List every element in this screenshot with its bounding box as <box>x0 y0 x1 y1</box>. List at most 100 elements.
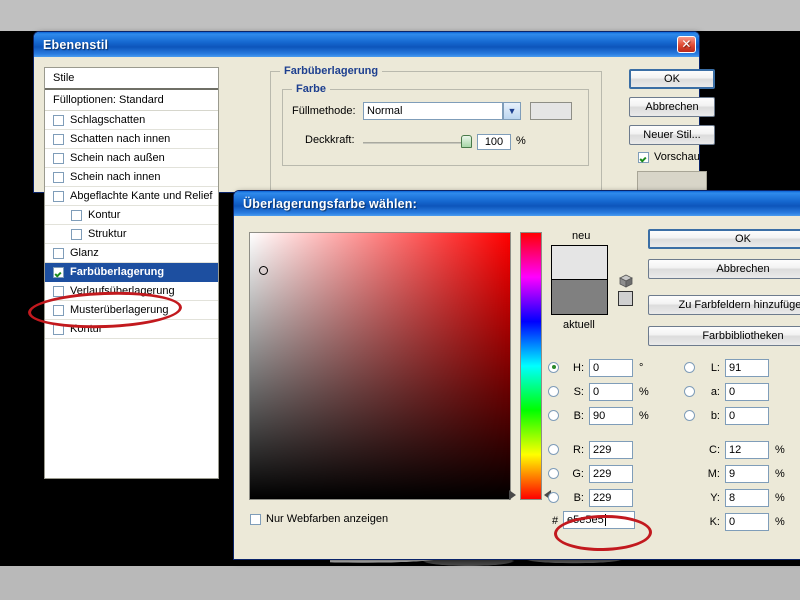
color-field-radio-L[interactable] <box>684 361 695 373</box>
style-item-checkbox[interactable] <box>53 285 64 297</box>
close-icon[interactable]: ✕ <box>677 36 696 53</box>
color-field-input-G[interactable]: 229 <box>589 465 633 483</box>
opacity-input[interactable]: 100 <box>477 134 511 150</box>
style-item-checkbox[interactable] <box>53 304 64 316</box>
new-color-swatch <box>551 245 608 280</box>
text-caret <box>604 514 606 526</box>
hue-slider[interactable] <box>520 232 542 500</box>
color-field-input-C[interactable]: 12 <box>725 441 769 459</box>
style-item-checkbox[interactable] <box>53 323 64 335</box>
style-list-item[interactable]: Schlagschatten <box>45 111 218 130</box>
color-field-label: G: <box>572 468 584 480</box>
color-field-value: 0 <box>593 362 600 374</box>
color-field-value: 0 <box>593 386 600 398</box>
color-field-unit: % <box>775 516 785 528</box>
style-list-item[interactable]: Schein nach innen <box>45 168 218 187</box>
color-field-input-S[interactable]: 0 <box>589 383 633 401</box>
saturation-brightness-field[interactable] <box>249 232 511 500</box>
style-item-label: Farbüberlagerung <box>70 266 165 278</box>
color-subgroup-label: Farbe <box>292 83 330 95</box>
color-field-unit: % <box>639 410 649 422</box>
layer-style-body: Stile Fülloptionen: Standard Schlagschat… <box>34 57 715 479</box>
sb-gradient <box>250 233 510 499</box>
color-libraries-button[interactable]: Farbbibliotheken <box>648 326 800 346</box>
style-item-checkbox[interactable] <box>53 114 64 126</box>
style-item-checkbox[interactable] <box>71 228 82 240</box>
style-list-item[interactable]: Schein nach außen <box>45 149 218 168</box>
hue-arrow-left[interactable] <box>509 490 516 500</box>
blend-mode-select[interactable]: Normal <box>363 102 503 120</box>
color-field-input-M[interactable]: 9 <box>725 465 769 483</box>
style-item-checkbox[interactable] <box>53 247 64 259</box>
style-item-checkbox[interactable] <box>53 266 64 278</box>
new-style-button[interactable]: Neuer Stil... <box>629 125 715 145</box>
color-field-input-B[interactable]: 90 <box>589 407 633 425</box>
style-item-checkbox[interactable] <box>53 190 64 202</box>
color-field-row: b: 0 <box>684 406 785 426</box>
color-field-row: B: 229 <box>548 488 649 508</box>
color-field-input-L[interactable]: 91 <box>725 359 769 377</box>
color-field-input-Y[interactable]: 8 <box>725 489 769 507</box>
color-field-radio-H[interactable] <box>548 361 559 373</box>
color-field-radio-B[interactable] <box>548 409 559 421</box>
color-field-input-R[interactable]: 229 <box>589 441 633 459</box>
color-field-label: C: <box>709 444 720 456</box>
color-subgroup: Farbe Füllmethode: Normal ▼ Deckkraft: 1… <box>282 83 589 166</box>
picker-ok-button[interactable]: OK <box>648 229 800 249</box>
overlay-color-swatch[interactable] <box>530 102 572 120</box>
web-colors-row[interactable]: Nur Webfarben anzeigen <box>250 513 388 525</box>
layer-style-dialog: Ebenenstil ✕ Stile Fülloptionen: Standar… <box>33 31 715 479</box>
color-field-input-B2[interactable]: 229 <box>589 489 633 507</box>
color-picker-title: Überlagerungsfarbe wählen: <box>243 196 417 211</box>
style-list-item[interactable]: Glanz <box>45 244 218 263</box>
opacity-slider-track[interactable] <box>363 142 468 144</box>
color-field-value: 91 <box>729 362 742 374</box>
style-item-label: Schatten nach innen <box>70 133 171 145</box>
add-to-swatches-button[interactable]: Zu Farbfeldern hinzufügen <box>648 295 800 315</box>
styles-list-rows: Schlagschatten Schatten nach innen Schein … <box>45 111 218 339</box>
chevron-down-icon[interactable]: ▼ <box>503 102 521 120</box>
color-field-radio-S[interactable] <box>548 385 559 397</box>
style-list-item[interactable]: Kontur <box>45 206 218 225</box>
styles-list[interactable]: Stile Fülloptionen: Standard Schlagschat… <box>44 67 219 479</box>
opacity-slider-handle[interactable] <box>461 135 472 148</box>
cancel-button[interactable]: Abbrechen <box>629 97 715 117</box>
style-preview-thumb <box>637 171 707 191</box>
sb-cursor[interactable] <box>259 266 268 275</box>
color-field-radio-G[interactable] <box>548 467 559 479</box>
style-list-item[interactable]: Musterüberlagerung <box>45 301 218 320</box>
color-field-value: 229 <box>593 444 612 456</box>
style-list-item[interactable]: Farbüberlagerung <box>45 263 218 282</box>
color-field-label: K: <box>709 516 720 528</box>
preview-checkbox-row[interactable]: Vorschau <box>638 151 700 163</box>
color-field-radio-b[interactable] <box>684 409 695 421</box>
style-list-item[interactable]: Abgeflachte Kante und Relief <box>45 187 218 206</box>
blend-mode-label: Füllmethode: <box>292 105 356 117</box>
gamut-swatch[interactable] <box>618 291 633 306</box>
hex-input[interactable]: e5e5e5 <box>563 511 635 529</box>
color-field-input-H[interactable]: 0 <box>589 359 633 377</box>
color-field-label: H: <box>573 362 584 374</box>
color-field-input-K[interactable]: 0 <box>725 513 769 531</box>
color-field-radio-R[interactable] <box>548 443 559 455</box>
ok-button[interactable]: OK <box>629 69 715 89</box>
style-list-item[interactable]: Kontur <box>45 320 218 339</box>
color-field-radio-B2[interactable] <box>548 491 559 503</box>
preview-checkbox[interactable] <box>638 151 649 163</box>
style-list-item[interactable]: Schatten nach innen <box>45 130 218 149</box>
color-field-input-a[interactable]: 0 <box>725 383 769 401</box>
style-list-item[interactable]: Struktur <box>45 225 218 244</box>
color-field-input-b[interactable]: 0 <box>725 407 769 425</box>
style-item-checkbox[interactable] <box>71 209 82 221</box>
color-field-label: S: <box>573 386 584 398</box>
current-color-swatch[interactable] <box>551 280 608 315</box>
style-item-checkbox[interactable] <box>53 133 64 145</box>
style-item-checkbox[interactable] <box>53 171 64 183</box>
styles-list-blending-options[interactable]: Fülloptionen: Standard <box>45 90 218 111</box>
style-list-item[interactable]: Verlaufsüberlagerung <box>45 282 218 301</box>
web-colors-checkbox[interactable] <box>250 513 261 525</box>
color-field-radio-a[interactable] <box>684 385 695 397</box>
style-item-checkbox[interactable] <box>53 152 64 164</box>
picker-cancel-button[interactable]: Abbrechen <box>648 259 800 279</box>
cube-icon[interactable] <box>619 274 633 288</box>
